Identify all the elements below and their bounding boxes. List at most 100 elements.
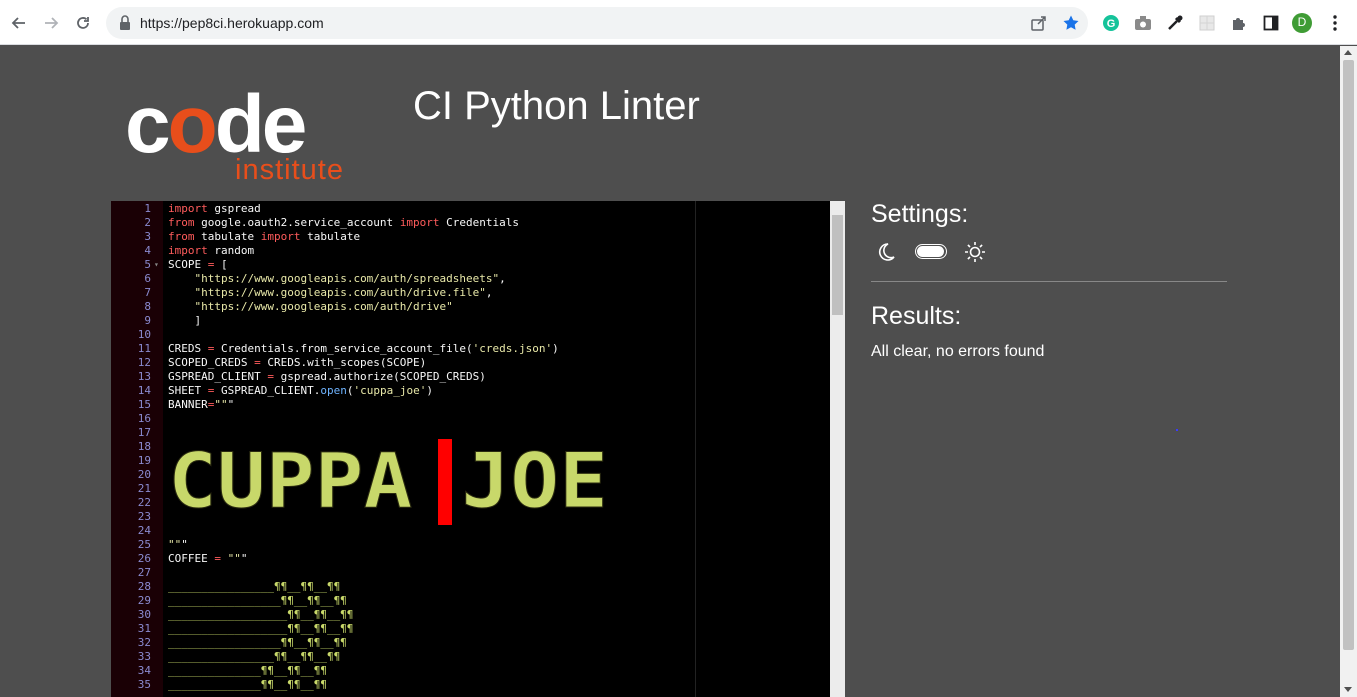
code-line[interactable]: 8 "https://www.googleapis.com/auth/drive… <box>111 300 830 314</box>
code-editor[interactable]: 1 import gspread 2 from google.oauth2.servi… <box>111 201 845 697</box>
scroll-down-arrow[interactable] <box>1344 687 1352 692</box>
code-line[interactable]: 32 _________________¶¶__¶¶__¶¶ <box>111 636 830 650</box>
bookmark-star-icon[interactable] <box>1062 14 1080 32</box>
code-line[interactable]: 27 <box>111 566 830 580</box>
line-number: 19 <box>137 454 151 467</box>
code-text: SCOPED_CREDS = CREDS.with_scopes(SCOPE) <box>168 356 427 369</box>
line-number: 34 <box>137 664 151 677</box>
profile-avatar[interactable]: D <box>1292 13 1312 33</box>
extensions-button[interactable] <box>1229 13 1249 33</box>
line-number: 13 <box>137 370 151 383</box>
forward-button[interactable] <box>38 10 64 36</box>
code-line[interactable]: 10 <box>111 328 830 342</box>
line-number: 5 <box>144 258 151 271</box>
code-line[interactable]: 4 import random <box>111 244 830 258</box>
code-text: GSPREAD_CLIENT = gspread.authorize(SCOPE… <box>168 370 486 383</box>
line-number: 10 <box>137 328 151 341</box>
code-line[interactable]: 16 <box>111 412 830 426</box>
code-text: ________________¶¶__¶¶__¶¶ <box>168 650 341 663</box>
eyedropper-extension[interactable] <box>1165 13 1185 33</box>
page-scrollbar[interactable] <box>1340 46 1357 697</box>
back-button[interactable] <box>6 10 32 36</box>
address-bar[interactable]: https://pep8ci.herokuapp.com <box>106 7 1088 39</box>
code-line[interactable]: 12 SCOPED_CREDS = CREDS.with_scopes(SCOPE… <box>111 356 830 370</box>
kebab-menu-icon <box>1333 15 1337 31</box>
moon-icon[interactable] <box>876 242 896 262</box>
camera-icon <box>1135 16 1151 30</box>
lock-icon <box>120 15 130 30</box>
browser-menu-button[interactable] <box>1325 13 1345 33</box>
code-line[interactable]: 17 <box>111 426 830 440</box>
banner-red-block <box>438 439 452 525</box>
line-number: 3 <box>144 230 151 243</box>
code-line[interactable]: 14 SHEET = GSPREAD_CLIENT.open('cuppa_joe… <box>111 384 830 398</box>
line-number: 6 <box>144 272 151 285</box>
logo-subtitle: institute <box>235 154 344 186</box>
code-text: from tabulate import tabulate <box>168 230 361 243</box>
banner-text: CUPPA JOE <box>168 439 608 525</box>
side-panel-button[interactable] <box>1261 13 1281 33</box>
code-line[interactable]: 5 ▾ SCOPE = [ <box>111 258 830 272</box>
line-number: 31 <box>137 622 151 635</box>
sun-icon[interactable] <box>964 241 986 263</box>
page-scrollbar-thumb[interactable] <box>1343 60 1354 650</box>
code-line[interactable]: 3 from tabulate import tabulate <box>111 230 830 244</box>
line-number: 7 <box>144 286 151 299</box>
code-line[interactable]: 13 GSPREAD_CLIENT = gspread.authorize(SCO… <box>111 370 830 384</box>
theme-toggle[interactable] <box>915 244 947 259</box>
code-line[interactable]: 34 ______________¶¶__¶¶__¶¶ <box>111 664 830 678</box>
code-text: ______________¶¶__¶¶__¶¶ <box>168 664 327 677</box>
grid-icon <box>1199 15 1215 31</box>
code-text: "https://www.googleapis.com/auth/spreads… <box>194 272 506 285</box>
editor-scrollbar-thumb[interactable] <box>832 215 843 315</box>
line-number: 30 <box>137 608 151 621</box>
code-line[interactable]: 2 from google.oauth2.service_account impo… <box>111 216 830 230</box>
reload-button[interactable] <box>70 10 96 36</box>
line-number: 15 <box>137 398 151 411</box>
code-line[interactable]: 31 __________________¶¶__¶¶__¶¶ <box>111 622 830 636</box>
code-line[interactable]: 24 <box>111 524 830 538</box>
code-text: from google.oauth2.service_account impor… <box>168 216 520 229</box>
code-institute-logo: code institute <box>125 84 343 187</box>
results-heading: Results: <box>871 302 962 330</box>
code-text: SHEET = GSPREAD_CLIENT.open('cuppa_joe') <box>168 384 433 397</box>
code-text: _________________¶¶__¶¶__¶¶ <box>168 594 347 607</box>
grammarly-extension[interactable]: G <box>1101 13 1121 33</box>
extension-grid[interactable] <box>1197 13 1217 33</box>
cuppa-joe-ascii-banner: CUPPA JOE <box>168 439 608 525</box>
code-line[interactable]: 9 ] <box>111 314 830 328</box>
line-number: 16 <box>137 412 151 425</box>
screenshot-extension[interactable] <box>1133 13 1153 33</box>
line-number: 17 <box>137 426 151 439</box>
code-line[interactable]: 29 _________________¶¶__¶¶__¶¶ <box>111 594 830 608</box>
browser-toolbar: https://pep8ci.herokuapp.com G D <box>0 0 1357 45</box>
line-number: 8 <box>144 300 151 313</box>
share-icon[interactable] <box>1030 14 1048 32</box>
code-text: SCOPE = [ <box>168 258 228 271</box>
code-line[interactable]: 25 """ <box>111 538 830 552</box>
line-number: 18 <box>137 440 151 453</box>
editor-scrollbar[interactable] <box>830 201 845 697</box>
code-line[interactable]: 28 ________________¶¶__¶¶__¶¶ <box>111 580 830 594</box>
fold-arrow-icon[interactable]: ▾ <box>154 258 159 272</box>
code-text: "https://www.googleapis.com/auth/drive" <box>194 300 453 313</box>
code-line[interactable]: 26 COFFEE = """ <box>111 552 830 566</box>
code-line[interactable]: 33 ________________¶¶__¶¶__¶¶ <box>111 650 830 664</box>
line-number: 23 <box>137 510 151 523</box>
sidebar-icon <box>1263 15 1279 31</box>
code-line[interactable]: 7 "https://www.googleapis.com/auth/drive… <box>111 286 830 300</box>
code-line[interactable]: 30 __________________¶¶__¶¶__¶¶ <box>111 608 830 622</box>
line-number: 1 <box>144 202 151 215</box>
scroll-up-arrow[interactable] <box>1344 50 1352 55</box>
code-line[interactable]: 35 ______________¶¶__¶¶__¶¶ <box>111 678 830 692</box>
line-number: 12 <box>137 356 151 369</box>
code-text: _________________¶¶__¶¶__¶¶ <box>168 636 347 649</box>
code-text: __________________¶¶__¶¶__¶¶ <box>168 622 354 635</box>
page-content: code institute CI Python Linter 1 import … <box>0 46 1340 697</box>
code-line[interactable]: 6 "https://www.googleapis.com/auth/sprea… <box>111 272 830 286</box>
code-line[interactable]: 1 import gspread <box>111 202 830 216</box>
line-number: 2 <box>144 216 151 229</box>
code-line[interactable]: 11 CREDS = Credentials.from_service_accou… <box>111 342 830 356</box>
code-line[interactable]: 15 BANNER=""" <box>111 398 830 412</box>
code-text: ________________¶¶__¶¶__¶¶ <box>168 580 341 593</box>
